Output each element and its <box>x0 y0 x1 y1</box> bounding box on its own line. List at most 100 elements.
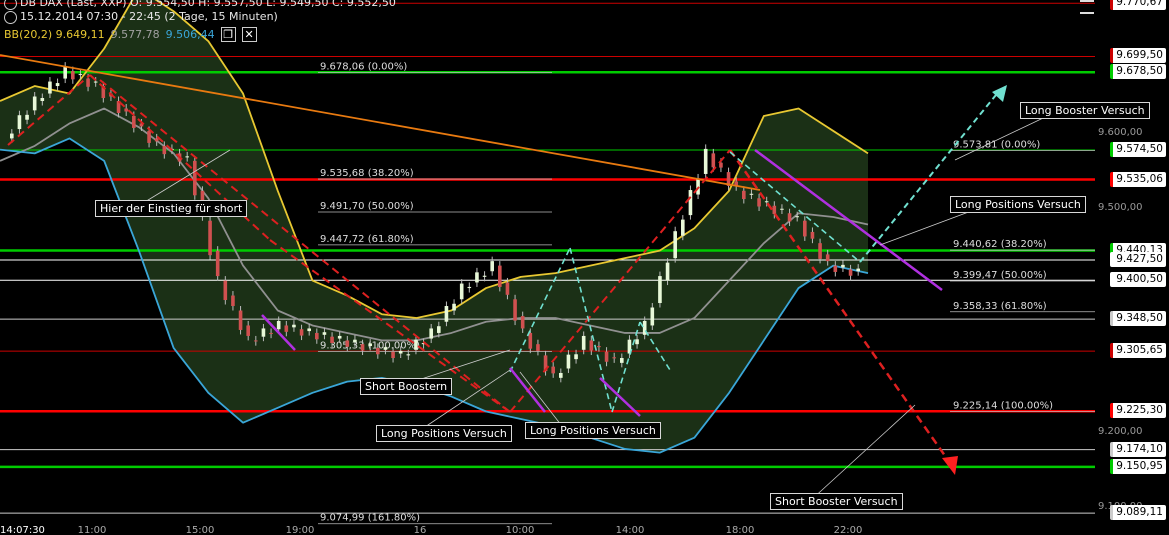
y-tick-0: 9.600,00 <box>1098 127 1143 138</box>
candle-body <box>498 265 502 287</box>
candle-body <box>353 339 357 343</box>
annotation-2[interactable]: Long Positions Versuch <box>376 425 512 442</box>
candle-body <box>86 78 90 87</box>
candle-body <box>482 275 487 277</box>
y-tick-2: 9.200,00 <box>1098 426 1143 437</box>
candle-body <box>810 231 815 239</box>
fib-right-label-3: 9.358,33 (61.80%) <box>953 301 1047 312</box>
candle-body <box>276 320 281 330</box>
candle-body <box>749 193 754 195</box>
fib-right-label-2: 9.399,47 (50.00%) <box>953 270 1047 281</box>
annotation-0[interactable]: Hier der Einstieg für short <box>95 200 248 217</box>
fib-left-label-0: 9.678,06 (0.00%) <box>320 62 407 73</box>
copy-icon[interactable]: ❐ <box>220 27 236 42</box>
candle-body <box>635 339 639 345</box>
price-label-10: 9.225,30 <box>1110 403 1166 419</box>
candle-body <box>261 328 266 337</box>
candle-body <box>254 340 258 342</box>
candle-body <box>71 71 75 80</box>
candle-body <box>848 269 853 276</box>
candle-body <box>10 133 14 139</box>
bb-upper-value: BB(20,2) 9.649,11 <box>4 28 105 41</box>
candle-body <box>818 243 822 259</box>
x-tick-0: 11:00 <box>78 525 107 535</box>
candle-body <box>772 205 777 214</box>
candle-body <box>93 81 98 83</box>
candle-body <box>360 344 365 351</box>
y-tick-1: 9.500,00 <box>1098 202 1143 213</box>
bb-mid-value: 9.577,78 <box>110 28 160 41</box>
annotation-3[interactable]: Long Positions Versuch <box>525 422 661 439</box>
candle-body <box>856 268 860 272</box>
candle-body <box>841 264 845 268</box>
dax-chart[interactable]: 9.678,06 (0.00%) 9.535,68 (38.20%) 9.491,7… <box>0 0 1169 535</box>
candle-body <box>368 343 372 347</box>
fib-left-label-1: 9.535,68 (38.20%) <box>320 168 414 179</box>
candle-body <box>589 340 594 351</box>
x-tick-7: 22:00 <box>834 525 863 535</box>
candle-body <box>467 286 472 289</box>
period-text: 15.12.2014 07:30 - 22:45 (2 Tage, 15 Min… <box>20 10 278 23</box>
candle-body <box>513 299 517 321</box>
candle-body <box>406 354 411 356</box>
candle-body <box>284 325 289 332</box>
price-label-6: 9.427,50 <box>1110 252 1166 267</box>
candle-body <box>398 350 403 354</box>
price-label-13: 9.089,11 <box>1110 505 1166 521</box>
candle-body <box>78 74 83 76</box>
candle-body <box>215 250 220 277</box>
candle-body <box>604 351 609 362</box>
candle-body <box>795 216 799 218</box>
candle-body <box>475 272 479 283</box>
candle-body <box>803 220 807 237</box>
candle-body <box>452 303 456 311</box>
candle-body <box>147 130 151 143</box>
candle-body <box>650 307 655 326</box>
candle-body <box>185 156 189 158</box>
fib-right-label-4: 9.225,14 (100.00%) <box>953 400 1053 411</box>
candle-body <box>383 347 388 350</box>
candle-body <box>193 160 197 196</box>
candle-body <box>444 306 449 322</box>
clock-icon <box>4 0 17 10</box>
candle-body <box>330 336 334 344</box>
candle-body <box>429 328 433 339</box>
candle-body <box>223 280 228 301</box>
price-label-9: 9.305,65 <box>1110 343 1166 359</box>
fib-right-label-1: 9.440,62 (38.20%) <box>953 239 1047 250</box>
candle-body <box>391 351 395 359</box>
close-icon[interactable]: ✕ <box>241 27 257 42</box>
candle-body <box>299 329 304 336</box>
price-label-8: 9.348,50 <box>1110 311 1166 327</box>
candle-body <box>376 347 380 355</box>
annotation-4[interactable]: Long Booster Versuch <box>1020 102 1150 119</box>
candle-body <box>764 201 769 203</box>
candle-body <box>437 326 441 333</box>
candle-body <box>315 332 319 340</box>
fib-right-label-0: 9.573,81 (0.00%) <box>953 140 1040 151</box>
candle-body <box>459 283 464 300</box>
candle-body <box>231 295 235 307</box>
price-label-11: 9.174,10 <box>1110 441 1166 457</box>
annotation-1[interactable]: Short Boostern <box>360 378 453 395</box>
menu-icon[interactable] <box>1080 0 1094 14</box>
candle-body <box>132 115 136 128</box>
price-label-2: 9.678,50 <box>1110 64 1166 80</box>
price-label-12: 9.150,95 <box>1110 458 1166 474</box>
candle-body <box>574 354 578 360</box>
candle-body <box>345 340 350 347</box>
candle-body <box>55 83 60 87</box>
candle-body <box>528 332 533 349</box>
candle-body <box>757 198 761 207</box>
candle-body <box>17 115 22 130</box>
candle-body <box>536 344 540 351</box>
candle-body <box>337 335 342 339</box>
fib-left-label-5: 9.074,99 (161.80%) <box>320 513 420 524</box>
candle-body <box>597 346 601 348</box>
candle-body <box>681 219 685 236</box>
candle-body <box>25 114 29 120</box>
x-tick-5: 14:00 <box>616 525 645 535</box>
annotation-5[interactable]: Long Positions Versuch <box>950 196 1086 213</box>
candle-body <box>551 366 555 374</box>
annotation-6[interactable]: Short Booster Versuch <box>770 493 903 510</box>
